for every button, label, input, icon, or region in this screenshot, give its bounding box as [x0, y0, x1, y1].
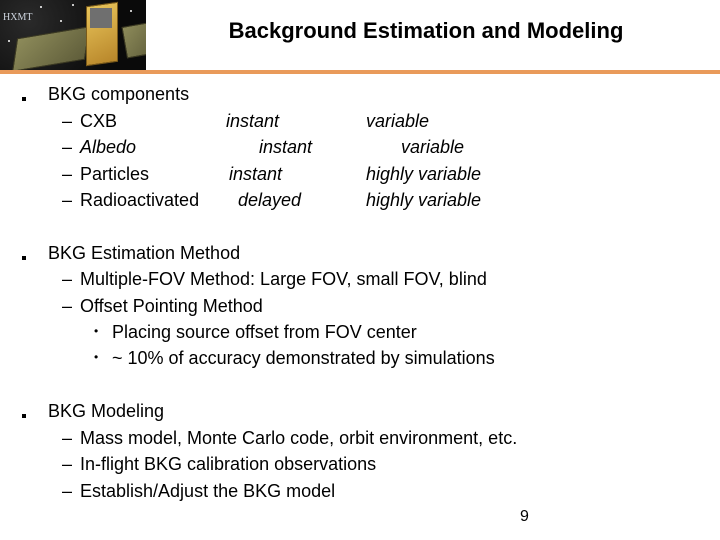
component-variability: variable [366, 111, 430, 131]
dash-icon: – [62, 137, 73, 157]
dot-bullet-icon: • [94, 324, 99, 339]
component-timing: delayed [238, 190, 302, 210]
component-name: Radioactivated [80, 190, 200, 210]
sub-list-item: • ~ 10% of accuracy demonstrated by simul… [94, 348, 495, 369]
component-timing: instant [259, 137, 313, 157]
dash-icon: – [62, 454, 73, 474]
list-item: – Offset Pointing Method [62, 296, 263, 317]
dash-icon: – [62, 190, 73, 210]
component-timing: instant [226, 111, 280, 131]
component-name: CXB [80, 111, 118, 131]
list-item-text: In-flight BKG calibration observations [80, 454, 377, 474]
component-row: – Particles [62, 164, 149, 185]
component-row: – Albedo [62, 137, 136, 158]
sub-list-item-text: ~ 10% of accuracy demonstrated by simula… [112, 348, 495, 368]
section-heading-modeling: BKG Modeling [48, 401, 165, 421]
list-item-text: Establish/Adjust the BKG model [80, 481, 336, 501]
list-item-text: Multiple-FOV Method: Large FOV, small FO… [80, 269, 487, 289]
list-item: – Establish/Adjust the BKG model [62, 481, 335, 502]
section-heading-estimation: BKG Estimation Method [48, 243, 241, 263]
dash-icon: – [62, 296, 73, 316]
component-variability: highly variable [366, 164, 482, 184]
sub-list-item-text: Placing source offset from FOV center [112, 322, 417, 342]
dash-icon: – [62, 111, 73, 131]
component-row: – CXB [62, 111, 117, 132]
dash-icon: – [62, 164, 73, 184]
title-underline-rule [0, 70, 720, 74]
dash-icon: – [62, 428, 73, 448]
component-variability: variable [401, 137, 465, 157]
page-number: 9 [520, 508, 529, 525]
dot-bullet-icon: • [94, 350, 99, 365]
square-bullet-icon [22, 414, 26, 418]
component-variability: highly variable [366, 190, 482, 210]
component-name: Albedo [80, 137, 137, 157]
list-item: – Multiple-FOV Method: Large FOV, small F… [62, 269, 487, 290]
component-name: Particles [80, 164, 150, 184]
slide-title: Background Estimation and Modeling [228, 18, 624, 43]
list-item-text: Mass model, Monte Carlo code, orbit envi… [80, 428, 518, 448]
square-bullet-icon [22, 256, 26, 260]
dash-icon: – [62, 481, 73, 501]
component-timing: instant [229, 164, 283, 184]
list-item: – In-flight BKG calibration observations [62, 454, 376, 475]
section-heading-components: BKG components [48, 84, 190, 104]
sub-list-item: • Placing source offset from FOV center [94, 322, 417, 343]
list-item: – Mass model, Monte Carlo code, orbit env… [62, 428, 517, 449]
component-row: – Radioactivated [62, 190, 199, 211]
square-bullet-icon [22, 97, 26, 101]
list-item-text: Offset Pointing Method [80, 296, 263, 316]
dash-icon: – [62, 269, 73, 289]
